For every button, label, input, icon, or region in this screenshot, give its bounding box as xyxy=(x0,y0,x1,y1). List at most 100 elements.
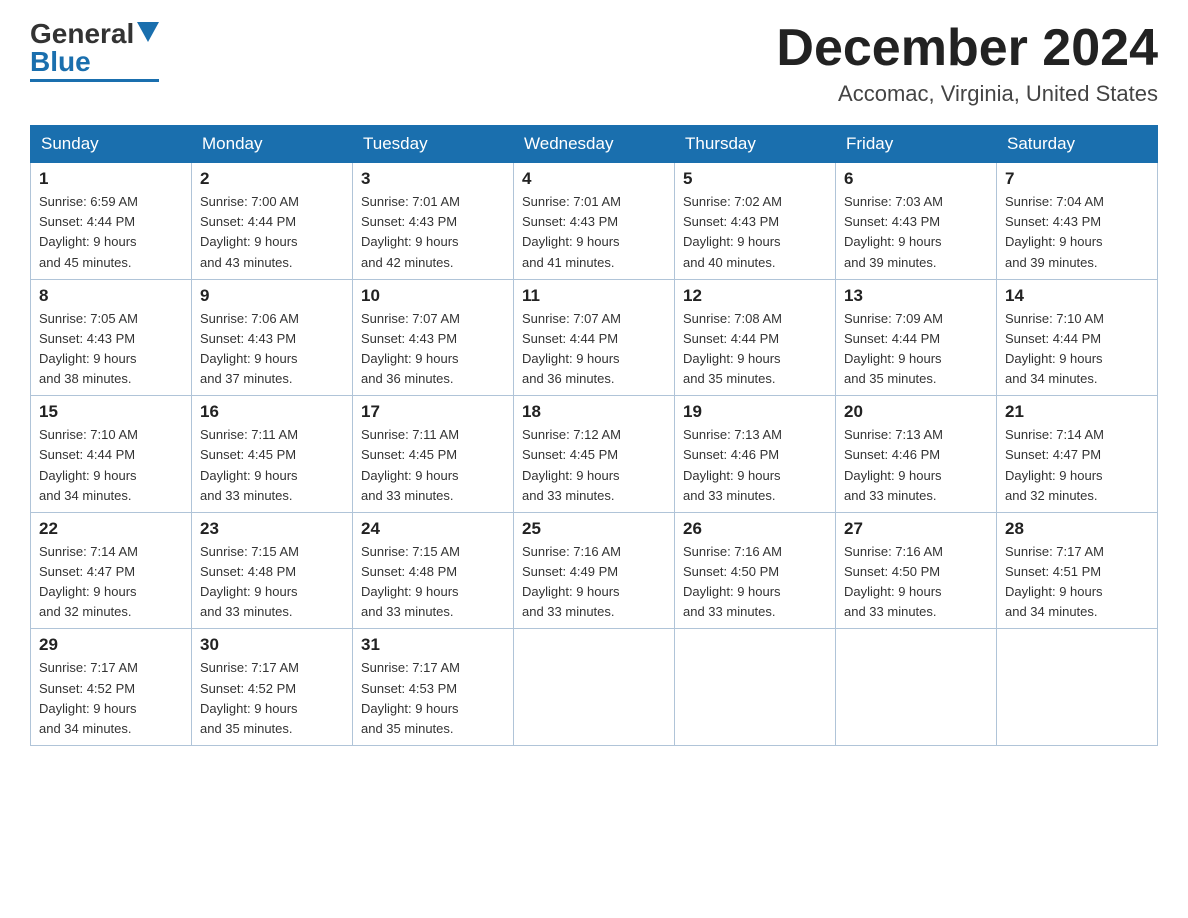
calendar-week-row: 8 Sunrise: 7:05 AMSunset: 4:43 PMDayligh… xyxy=(31,279,1158,396)
table-row: 16 Sunrise: 7:11 AMSunset: 4:45 PMDaylig… xyxy=(192,396,353,513)
calendar-week-row: 22 Sunrise: 7:14 AMSunset: 4:47 PMDaylig… xyxy=(31,512,1158,629)
table-row: 11 Sunrise: 7:07 AMSunset: 4:44 PMDaylig… xyxy=(514,279,675,396)
day-number: 28 xyxy=(1005,519,1149,539)
day-number: 10 xyxy=(361,286,505,306)
day-info: Sunrise: 7:16 AMSunset: 4:50 PMDaylight:… xyxy=(683,544,782,619)
day-number: 23 xyxy=(200,519,344,539)
day-number: 24 xyxy=(361,519,505,539)
day-info: Sunrise: 7:14 AMSunset: 4:47 PMDaylight:… xyxy=(39,544,138,619)
day-info: Sunrise: 7:15 AMSunset: 4:48 PMDaylight:… xyxy=(361,544,460,619)
table-row: 24 Sunrise: 7:15 AMSunset: 4:48 PMDaylig… xyxy=(353,512,514,629)
table-row: 29 Sunrise: 7:17 AMSunset: 4:52 PMDaylig… xyxy=(31,629,192,746)
day-number: 12 xyxy=(683,286,827,306)
day-info: Sunrise: 7:13 AMSunset: 4:46 PMDaylight:… xyxy=(844,427,943,502)
day-info: Sunrise: 7:07 AMSunset: 4:44 PMDaylight:… xyxy=(522,311,621,386)
page-header: General Blue December 2024 Accomac, Virg… xyxy=(30,20,1158,107)
day-info: Sunrise: 7:17 AMSunset: 4:51 PMDaylight:… xyxy=(1005,544,1104,619)
table-row: 6 Sunrise: 7:03 AMSunset: 4:43 PMDayligh… xyxy=(836,163,997,280)
day-info: Sunrise: 7:12 AMSunset: 4:45 PMDaylight:… xyxy=(522,427,621,502)
day-number: 1 xyxy=(39,169,183,189)
day-info: Sunrise: 7:03 AMSunset: 4:43 PMDaylight:… xyxy=(844,194,943,269)
day-info: Sunrise: 7:17 AMSunset: 4:53 PMDaylight:… xyxy=(361,660,460,735)
day-info: Sunrise: 7:11 AMSunset: 4:45 PMDaylight:… xyxy=(361,427,459,502)
day-number: 7 xyxy=(1005,169,1149,189)
day-number: 25 xyxy=(522,519,666,539)
day-info: Sunrise: 7:09 AMSunset: 4:44 PMDaylight:… xyxy=(844,311,943,386)
col-friday: Friday xyxy=(836,126,997,163)
day-number: 6 xyxy=(844,169,988,189)
calendar-table: Sunday Monday Tuesday Wednesday Thursday… xyxy=(30,125,1158,746)
table-row: 31 Sunrise: 7:17 AMSunset: 4:53 PMDaylig… xyxy=(353,629,514,746)
col-sunday: Sunday xyxy=(31,126,192,163)
day-info: Sunrise: 7:16 AMSunset: 4:50 PMDaylight:… xyxy=(844,544,943,619)
month-title: December 2024 xyxy=(776,20,1158,77)
day-info: Sunrise: 7:10 AMSunset: 4:44 PMDaylight:… xyxy=(1005,311,1104,386)
logo: General Blue xyxy=(30,20,159,82)
table-row xyxy=(997,629,1158,746)
title-area: December 2024 Accomac, Virginia, United … xyxy=(776,20,1158,107)
table-row: 4 Sunrise: 7:01 AMSunset: 4:43 PMDayligh… xyxy=(514,163,675,280)
logo-triangle-icon xyxy=(137,22,159,42)
col-tuesday: Tuesday xyxy=(353,126,514,163)
col-monday: Monday xyxy=(192,126,353,163)
day-number: 21 xyxy=(1005,402,1149,422)
table-row xyxy=(514,629,675,746)
day-number: 3 xyxy=(361,169,505,189)
day-info: Sunrise: 7:01 AMSunset: 4:43 PMDaylight:… xyxy=(361,194,460,269)
logo-underline xyxy=(30,79,159,82)
calendar-week-row: 1 Sunrise: 6:59 AMSunset: 4:44 PMDayligh… xyxy=(31,163,1158,280)
day-number: 20 xyxy=(844,402,988,422)
day-number: 27 xyxy=(844,519,988,539)
table-row: 7 Sunrise: 7:04 AMSunset: 4:43 PMDayligh… xyxy=(997,163,1158,280)
table-row: 3 Sunrise: 7:01 AMSunset: 4:43 PMDayligh… xyxy=(353,163,514,280)
day-info: Sunrise: 7:04 AMSunset: 4:43 PMDaylight:… xyxy=(1005,194,1104,269)
table-row: 10 Sunrise: 7:07 AMSunset: 4:43 PMDaylig… xyxy=(353,279,514,396)
day-info: Sunrise: 7:02 AMSunset: 4:43 PMDaylight:… xyxy=(683,194,782,269)
day-info: Sunrise: 7:17 AMSunset: 4:52 PMDaylight:… xyxy=(39,660,138,735)
day-number: 17 xyxy=(361,402,505,422)
day-info: Sunrise: 7:13 AMSunset: 4:46 PMDaylight:… xyxy=(683,427,782,502)
col-saturday: Saturday xyxy=(997,126,1158,163)
day-number: 18 xyxy=(522,402,666,422)
table-row: 25 Sunrise: 7:16 AMSunset: 4:49 PMDaylig… xyxy=(514,512,675,629)
day-info: Sunrise: 7:01 AMSunset: 4:43 PMDaylight:… xyxy=(522,194,621,269)
table-row: 5 Sunrise: 7:02 AMSunset: 4:43 PMDayligh… xyxy=(675,163,836,280)
table-row: 26 Sunrise: 7:16 AMSunset: 4:50 PMDaylig… xyxy=(675,512,836,629)
location-subtitle: Accomac, Virginia, United States xyxy=(776,81,1158,107)
table-row: 14 Sunrise: 7:10 AMSunset: 4:44 PMDaylig… xyxy=(997,279,1158,396)
day-number: 29 xyxy=(39,635,183,655)
table-row xyxy=(675,629,836,746)
day-number: 4 xyxy=(522,169,666,189)
day-info: Sunrise: 6:59 AMSunset: 4:44 PMDaylight:… xyxy=(39,194,138,269)
table-row: 28 Sunrise: 7:17 AMSunset: 4:51 PMDaylig… xyxy=(997,512,1158,629)
day-number: 9 xyxy=(200,286,344,306)
day-number: 5 xyxy=(683,169,827,189)
table-row: 1 Sunrise: 6:59 AMSunset: 4:44 PMDayligh… xyxy=(31,163,192,280)
day-info: Sunrise: 7:15 AMSunset: 4:48 PMDaylight:… xyxy=(200,544,299,619)
day-info: Sunrise: 7:16 AMSunset: 4:49 PMDaylight:… xyxy=(522,544,621,619)
day-number: 13 xyxy=(844,286,988,306)
table-row: 30 Sunrise: 7:17 AMSunset: 4:52 PMDaylig… xyxy=(192,629,353,746)
day-info: Sunrise: 7:07 AMSunset: 4:43 PMDaylight:… xyxy=(361,311,460,386)
table-row: 19 Sunrise: 7:13 AMSunset: 4:46 PMDaylig… xyxy=(675,396,836,513)
day-number: 30 xyxy=(200,635,344,655)
day-info: Sunrise: 7:05 AMSunset: 4:43 PMDaylight:… xyxy=(39,311,138,386)
table-row: 21 Sunrise: 7:14 AMSunset: 4:47 PMDaylig… xyxy=(997,396,1158,513)
calendar-header-row: Sunday Monday Tuesday Wednesday Thursday… xyxy=(31,126,1158,163)
day-info: Sunrise: 7:17 AMSunset: 4:52 PMDaylight:… xyxy=(200,660,299,735)
table-row: 12 Sunrise: 7:08 AMSunset: 4:44 PMDaylig… xyxy=(675,279,836,396)
day-info: Sunrise: 7:11 AMSunset: 4:45 PMDaylight:… xyxy=(200,427,298,502)
day-number: 11 xyxy=(522,286,666,306)
table-row: 23 Sunrise: 7:15 AMSunset: 4:48 PMDaylig… xyxy=(192,512,353,629)
day-number: 8 xyxy=(39,286,183,306)
table-row: 18 Sunrise: 7:12 AMSunset: 4:45 PMDaylig… xyxy=(514,396,675,513)
day-number: 16 xyxy=(200,402,344,422)
table-row: 27 Sunrise: 7:16 AMSunset: 4:50 PMDaylig… xyxy=(836,512,997,629)
col-wednesday: Wednesday xyxy=(514,126,675,163)
table-row: 8 Sunrise: 7:05 AMSunset: 4:43 PMDayligh… xyxy=(31,279,192,396)
logo-blue-text: Blue xyxy=(30,48,91,76)
table-row: 9 Sunrise: 7:06 AMSunset: 4:43 PMDayligh… xyxy=(192,279,353,396)
day-info: Sunrise: 7:10 AMSunset: 4:44 PMDaylight:… xyxy=(39,427,138,502)
day-number: 31 xyxy=(361,635,505,655)
calendar-week-row: 29 Sunrise: 7:17 AMSunset: 4:52 PMDaylig… xyxy=(31,629,1158,746)
